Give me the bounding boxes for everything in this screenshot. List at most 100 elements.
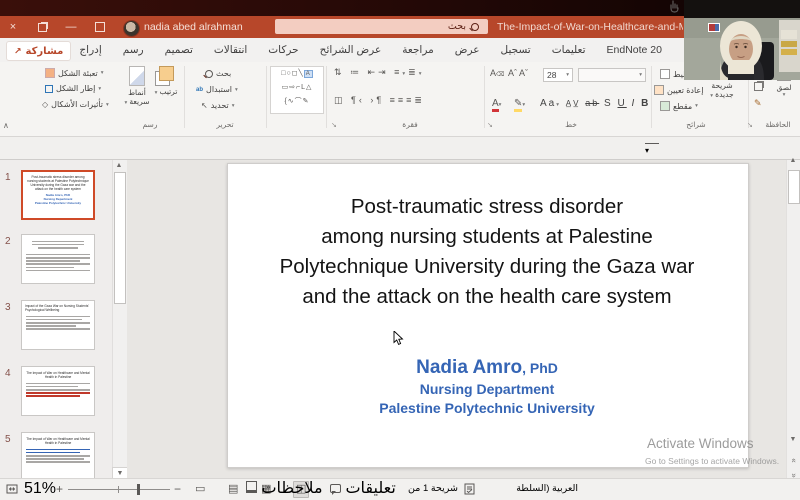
slide-thumbnail-5[interactable]: The Impact of War on Healthcare and Ment…: [21, 432, 95, 482]
proofing-icon[interactable]: [464, 478, 475, 500]
font-name-input[interactable]: ▾: [578, 68, 646, 82]
maximize-icon[interactable]: [91, 16, 109, 38]
format-painter-icon[interactable]: ✎: [754, 98, 762, 109]
paragraph-icons-top[interactable]: ⇅ ≔ ⇤⇥ ≡▾≣▾: [334, 67, 480, 78]
tab-endnote[interactable]: EndNote 20: [607, 44, 662, 56]
reset-slide-button[interactable]: إعادة تعيين: [654, 85, 703, 95]
restore-icon[interactable]: [33, 16, 51, 38]
scrollbar-thumb[interactable]: [788, 170, 800, 204]
shape-outline-icon: [45, 85, 53, 93]
comments-icon: [330, 484, 341, 493]
tab-animations[interactable]: حركات: [268, 44, 298, 56]
zoom-out-icon[interactable]: −: [174, 478, 181, 500]
powerpoint-window: × — nadia abed alrahman بحث The-Impact-o…: [0, 0, 800, 500]
find-button[interactable]: بحث: [205, 69, 231, 78]
tab-design[interactable]: تصميم: [165, 44, 193, 56]
thumb-number-2: 2: [5, 236, 17, 247]
font-color-icon: A: [492, 98, 499, 112]
scroll-down-icon[interactable]: ▼: [786, 436, 800, 443]
shape-effects-button[interactable]: ◇ تأثيرات الأشكال▾: [42, 100, 109, 109]
font-size-input[interactable]: 28▾: [543, 68, 573, 82]
user-avatar[interactable]: [123, 20, 140, 37]
slide-thumbnail-1[interactable]: Post-traumatic stress disorder among nur…: [21, 170, 95, 220]
document-title: The-Impact-of-War-on-Healthcare-and-Ment…: [497, 16, 683, 38]
slide-thumbnail-3[interactable]: Impact of the Gaza War on Nursing Studen…: [21, 300, 95, 350]
shapes-row: □○◻╲A: [271, 67, 323, 81]
section-button[interactable]: مقطع▾: [660, 101, 698, 111]
fit-to-window-icon[interactable]: [6, 478, 18, 500]
zoom-slider-thumb[interactable]: [137, 484, 140, 495]
touch-mode-icon[interactable]: [668, 0, 682, 18]
shape-outline-button[interactable]: إطار الشكل▾: [45, 84, 101, 93]
tab-record[interactable]: تسجيل: [501, 44, 531, 56]
thumb-number-4: 4: [5, 368, 17, 379]
paragraph-icons-bottom[interactable]: ◫ ¶‹ ›¶ ≡≡≡≣: [334, 95, 480, 106]
font-style-buttons[interactable]: Aa▾ A̲V̲ ab S U I B: [540, 98, 650, 109]
select-button[interactable]: ↖ تحديد▾: [201, 101, 234, 110]
copy-icon[interactable]: [754, 82, 763, 91]
clipboard-dialog-launcher[interactable]: ↘: [747, 121, 753, 129]
slide-scrollbar[interactable]: [786, 160, 800, 478]
font-group-label: خط: [556, 120, 586, 129]
close-icon[interactable]: ×: [4, 16, 22, 38]
language-indicator[interactable]: العربية (السلطة الفلسطينية): [482, 478, 578, 500]
tab-transitions[interactable]: انتقالات: [214, 44, 247, 56]
slide-author-block[interactable]: Nadia Amro, PhD Nursing Department Pales…: [237, 356, 737, 418]
paragraph-dialog-launcher[interactable]: ↘: [331, 121, 337, 129]
webcam-video: [684, 0, 800, 80]
quick-styles-button[interactable]: أنماط سريعة ▾: [124, 66, 150, 107]
activate-windows-watermark: Activate Windows: [647, 436, 754, 451]
search-icon: [471, 23, 479, 31]
scroll-up-icon[interactable]: ▲: [786, 157, 800, 164]
zoom-level[interactable]: 51%: [24, 478, 56, 500]
qat-customize-icon[interactable]: ▾: [645, 143, 659, 158]
group-divider: [326, 66, 327, 128]
tab-view[interactable]: عرض: [455, 44, 480, 56]
thumb-number-1: 1: [5, 172, 17, 183]
tab-insert[interactable]: إدراج: [79, 44, 101, 56]
thumb-scrollbar-thumb[interactable]: [114, 172, 126, 304]
webcam-overlay[interactable]: [684, 0, 800, 80]
reading-view-icon[interactable]: ▤: [228, 478, 238, 500]
zoom-slider-center-tick: [118, 486, 119, 493]
slide-title[interactable]: Post-traumatic stress disorder among nur…: [237, 192, 737, 312]
find-icon: [205, 70, 213, 78]
font-size-grow-shrink[interactable]: Aˆ Aˇ: [508, 68, 528, 78]
zoom-in-icon[interactable]: +: [56, 478, 63, 500]
slides-group-label: شرائح: [678, 120, 714, 129]
quick-styles-icon: [129, 66, 145, 86]
comments-button[interactable]: تعليقات: [330, 478, 396, 500]
minimize-icon[interactable]: —: [62, 16, 80, 38]
collapse-ribbon-icon[interactable]: ∧: [3, 121, 9, 130]
thumb-scroll-up-icon[interactable]: ▲: [112, 162, 126, 169]
group-divider: [484, 66, 485, 128]
account-name[interactable]: nadia abed alrahman: [144, 16, 243, 38]
clear-formatting-icon[interactable]: A⌫: [490, 68, 505, 78]
tab-help[interactable]: تعليمات: [552, 44, 586, 56]
thumb-number-3: 3: [5, 302, 17, 313]
arrange-button[interactable]: ترتيب ▾: [152, 66, 180, 96]
slide-thumbnail-4[interactable]: The Impact of War on Healthcare and Ment…: [21, 366, 95, 416]
slide-thumbnail-2[interactable]: [21, 234, 95, 284]
textbox-shape-icon: A: [304, 70, 313, 78]
font-dialog-launcher[interactable]: ↘: [487, 121, 493, 129]
group-divider: [266, 66, 267, 128]
replace-button[interactable]: ab استبدال▾: [196, 85, 238, 94]
share-button[interactable]: ↗ مشاركة: [6, 41, 71, 61]
group-divider: [184, 66, 185, 128]
share-icon: ↗: [14, 46, 22, 57]
highlight-button[interactable]: ✎▾: [514, 98, 525, 109]
reset-icon: [654, 85, 664, 95]
shapes-gallery[interactable]: □○◻╲A ▭⇨⌐L△ {∿⌒✎: [270, 66, 324, 114]
author-name: Nadia Amro: [416, 357, 522, 378]
tab-slideshow[interactable]: عرض الشرائح: [320, 44, 382, 56]
notes-button[interactable]: ملاحظات: [246, 478, 323, 500]
zoom-slider-track[interactable]: [68, 489, 170, 490]
tab-draw[interactable]: رسم: [123, 44, 144, 56]
font-color-button[interactable]: A▾: [492, 98, 501, 109]
tab-review[interactable]: مراجعة: [402, 44, 434, 56]
shape-fill-icon: [45, 68, 55, 78]
shape-fill-button[interactable]: تعبئة الشكل▾: [45, 68, 103, 78]
search-input[interactable]: بحث: [275, 19, 488, 34]
slideshow-view-icon[interactable]: ▭: [195, 478, 205, 500]
